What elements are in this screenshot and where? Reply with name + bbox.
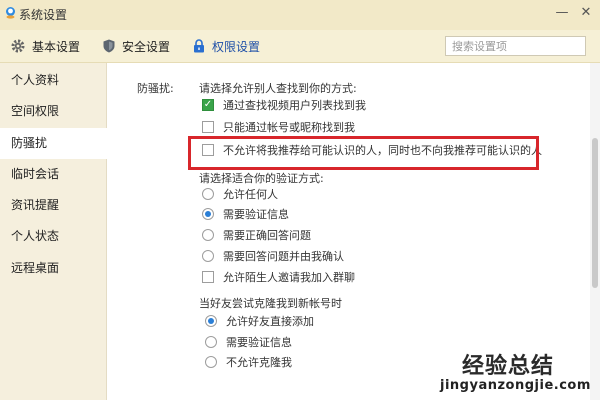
checkbox[interactable]	[202, 271, 214, 283]
sidebar-item-anti-harassment[interactable]: 防骚扰	[0, 128, 107, 159]
verify-option-answer-question[interactable]: 需要正确回答问题	[202, 227, 311, 243]
search-box	[445, 36, 586, 56]
option-label: 只能通过帐号或昵称找到我	[223, 121, 355, 134]
group-invite-option[interactable]: 允许陌生人邀请我加入群聊	[202, 269, 355, 285]
checkbox[interactable]	[202, 121, 214, 133]
tab-label: 基本设置	[32, 39, 81, 54]
radio-button[interactable]	[202, 229, 214, 241]
window-title: 系统设置	[19, 8, 68, 22]
vertical-scrollbar[interactable]	[590, 63, 600, 400]
verify-option-need-info[interactable]: 需要验证信息	[202, 206, 289, 222]
checkbox-checked[interactable]: ✓	[202, 99, 214, 111]
option-label: 允许陌生人邀请我加入群聊	[223, 271, 355, 284]
sidebar-item-space-permission[interactable]: 空间权限	[0, 96, 106, 127]
sidebar-item-profile[interactable]: 个人资料	[0, 65, 106, 96]
gear-icon	[11, 39, 25, 53]
sidebar: 个人资料 空间权限 防骚扰 临时会话 资讯提醒 个人状态 远程桌面	[0, 63, 107, 400]
title-bar: 系统设置 — ✕	[0, 0, 600, 30]
radio-button[interactable]	[202, 250, 214, 262]
radio-button-selected[interactable]	[205, 315, 217, 327]
option-label: 允许任何人	[223, 188, 278, 201]
radio-button[interactable]	[205, 336, 217, 348]
clone-option-need-info[interactable]: 需要验证信息	[205, 334, 292, 350]
option-label: 允许好友直接添加	[226, 315, 314, 328]
option-label: 需要验证信息	[223, 208, 289, 221]
radio-button-selected[interactable]	[202, 208, 214, 220]
find-method-prompt: 请选择允许别人查找到你的方式:	[199, 82, 357, 95]
option-label: 需要正确回答问题	[223, 229, 311, 242]
close-button[interactable]: ✕	[578, 5, 594, 21]
clone-prompt: 当好友尝试克隆我到新帐号时	[199, 297, 342, 310]
tab-label: 安全设置	[122, 39, 171, 54]
scrollbar-thumb[interactable]	[592, 138, 598, 288]
section-label: 防骚扰:	[137, 82, 174, 95]
find-option-video-list[interactable]: ✓ 通过查找视频用户列表找到我	[202, 97, 366, 113]
sidebar-item-personal-status[interactable]: 个人状态	[0, 221, 106, 252]
app-logo-icon	[6, 7, 15, 19]
watermark-text: 经验总结	[462, 354, 555, 379]
option-label: 不允许克隆我	[226, 356, 292, 369]
tab-basic-settings[interactable]: 基本设置	[11, 36, 80, 56]
lock-icon	[194, 39, 204, 53]
verify-option-answer-confirm[interactable]: 需要回答问题并由我确认	[202, 248, 344, 264]
option-label: 通过查找视频用户列表找到我	[223, 99, 366, 112]
shield-icon	[103, 39, 115, 53]
search-input[interactable]	[446, 37, 585, 55]
sidebar-item-remote-desktop[interactable]: 远程桌面	[0, 253, 106, 284]
sidebar-item-news-alert[interactable]: 资讯提醒	[0, 190, 106, 221]
find-option-account-only[interactable]: 只能通过帐号或昵称找到我	[202, 119, 355, 135]
watermark-url: jingyanzongjie.com	[440, 378, 591, 393]
clone-option-allow[interactable]: 允许好友直接添加	[205, 313, 314, 329]
tab-security-settings[interactable]: 安全设置	[103, 36, 170, 56]
option-label: 需要回答问题并由我确认	[223, 250, 344, 263]
option-label: 需要验证信息	[226, 336, 292, 349]
verify-method-prompt: 请选择适合你的验证方式:	[199, 172, 324, 185]
radio-button[interactable]	[205, 356, 217, 368]
minimize-button[interactable]: —	[554, 5, 570, 21]
radio-button[interactable]	[202, 188, 214, 200]
red-highlight-box	[188, 136, 539, 170]
sidebar-item-temp-session[interactable]: 临时会话	[0, 159, 106, 190]
tab-permission-settings[interactable]: 权限设置	[193, 36, 260, 56]
tab-label: 权限设置	[212, 39, 261, 54]
clone-option-disallow[interactable]: 不允许克隆我	[205, 354, 292, 370]
verify-option-anyone[interactable]: 允许任何人	[202, 186, 278, 202]
